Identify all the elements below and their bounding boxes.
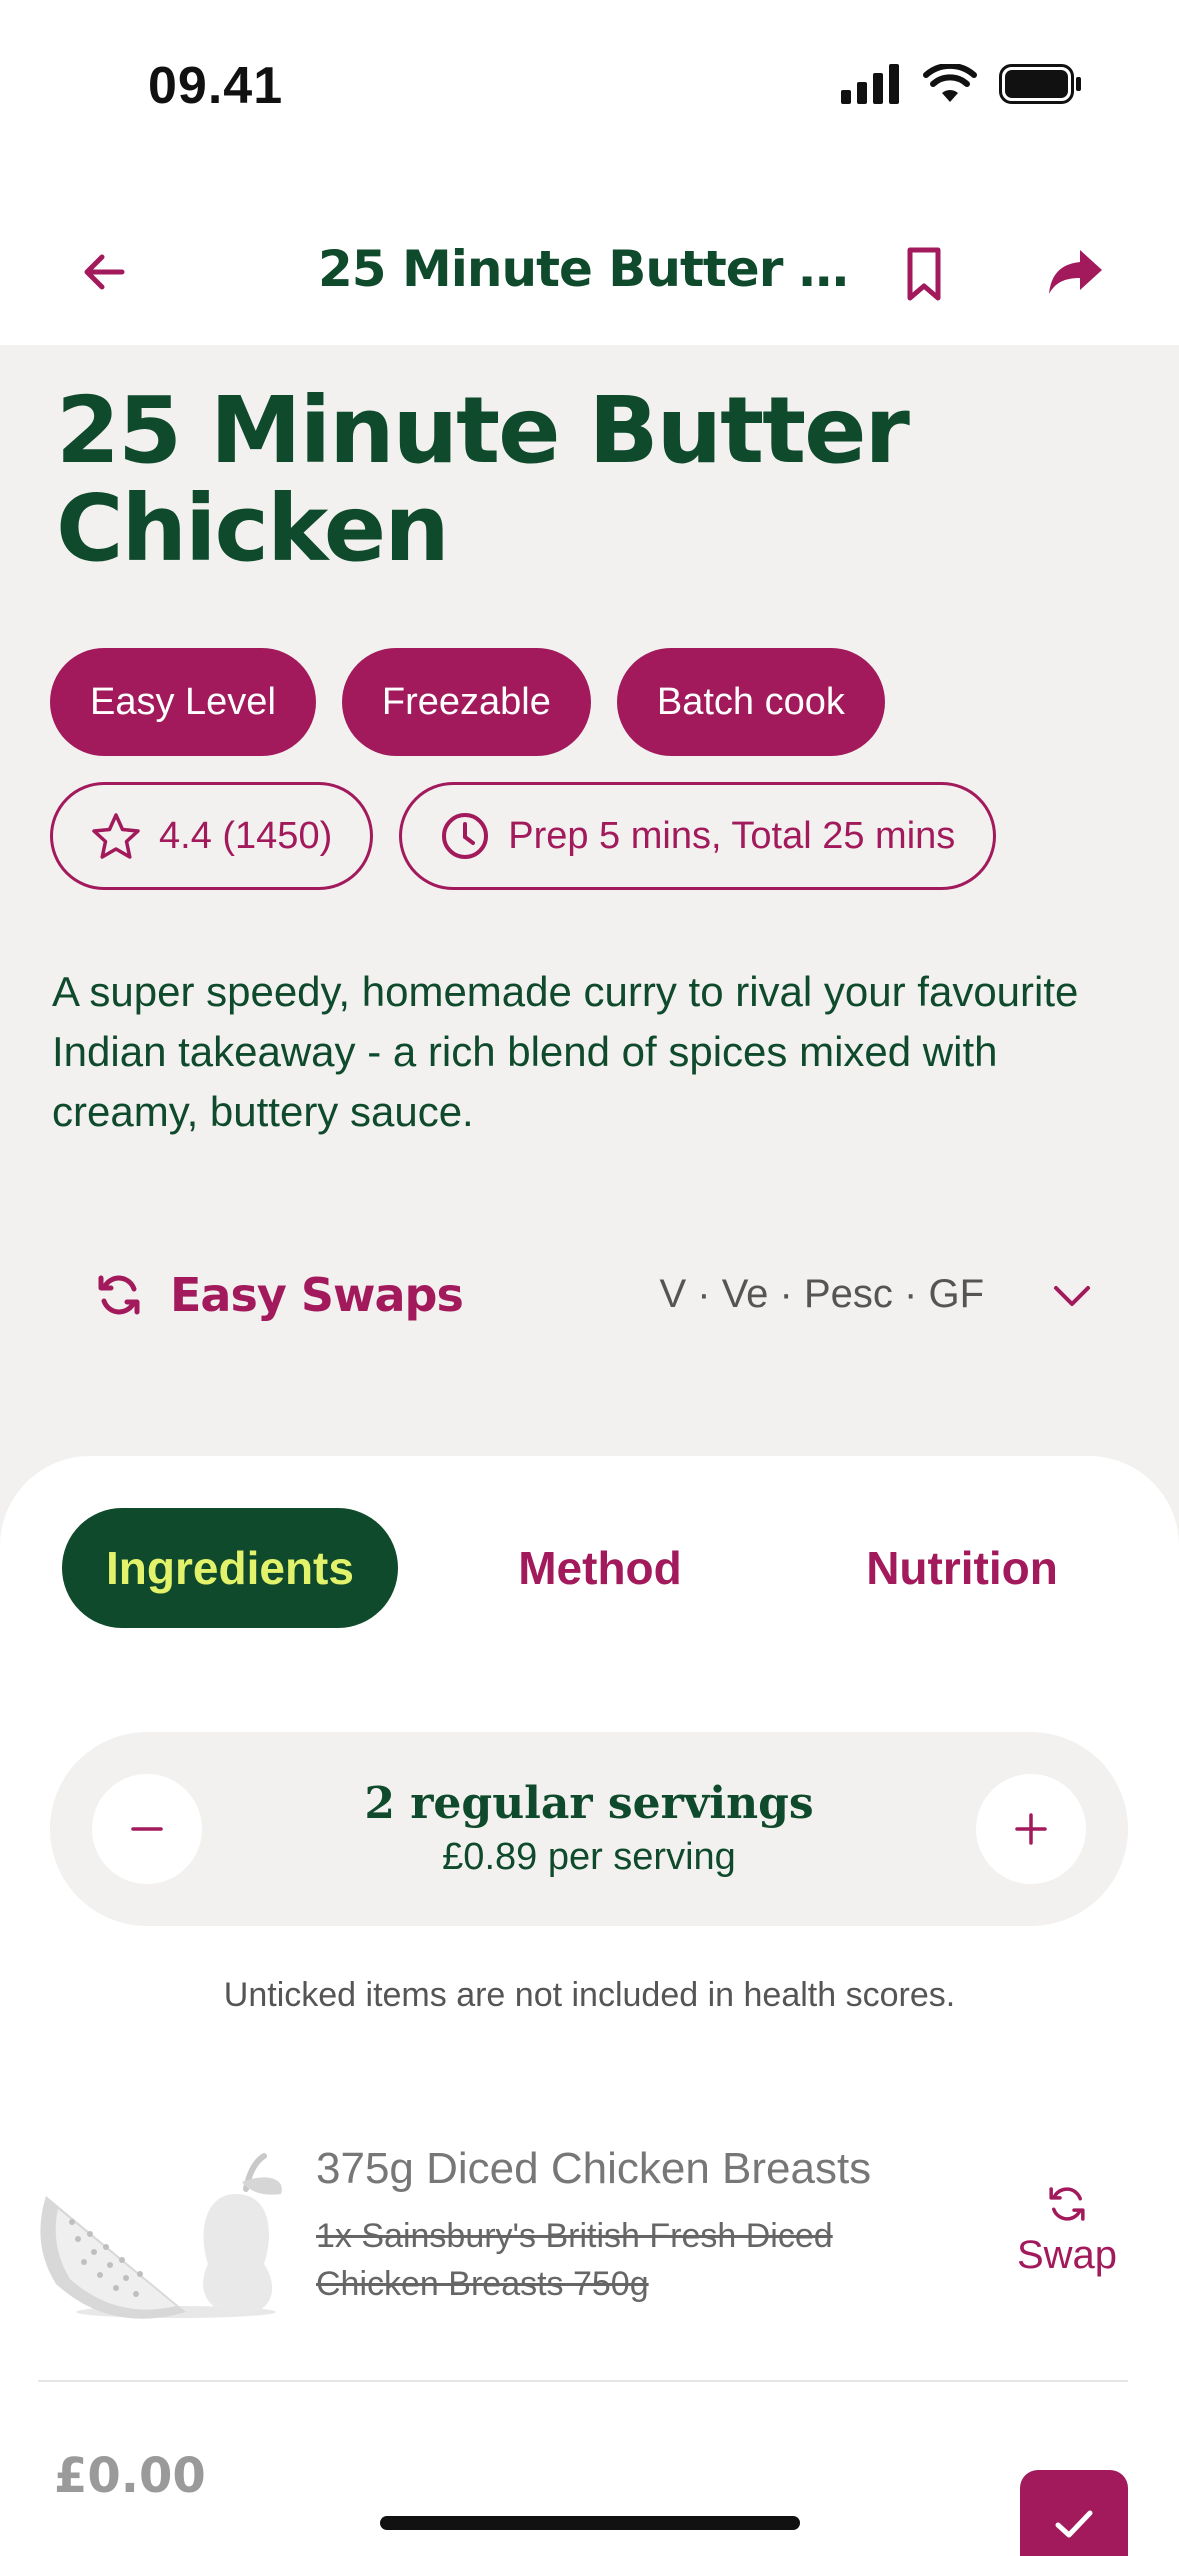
nav-bar: 25 Minute Butter Ch... xyxy=(0,200,1179,345)
swap-label: Swap xyxy=(1016,2233,1118,2277)
placeholder-fruit-icon xyxy=(40,2153,282,2319)
back-arrow-icon[interactable] xyxy=(76,244,132,300)
tag-easy-level: Easy Level xyxy=(50,648,316,756)
recipe-tabs: Ingredients Method Nutrition xyxy=(62,1508,1122,1628)
star-icon xyxy=(92,813,140,859)
confirm-checkbox-button[interactable] xyxy=(1020,2470,1128,2556)
status-time: 09.41 xyxy=(148,57,284,115)
ingredient-item[interactable]: 375g Diced Chicken Breasts 1x Sainsbury'… xyxy=(36,2120,1128,2320)
signal-icon xyxy=(841,64,899,104)
status-icons xyxy=(841,64,1083,104)
check-icon xyxy=(1055,2510,1093,2538)
easy-swaps-label: Easy Swaps xyxy=(170,1268,464,1322)
recipe-description: A super speedy, homemade curry to rival … xyxy=(52,968,1079,1135)
tag-batch-cook: Batch cook xyxy=(616,648,885,756)
chevron-down-icon[interactable] xyxy=(1050,1276,1094,1316)
servings-selector: 2 regular servings £0.89 per serving xyxy=(50,1732,1128,1926)
easy-swaps-row[interactable]: Easy Swaps V · Ve · Pesc · GF xyxy=(94,1262,1094,1332)
rating-pill[interactable]: 4.4 (1450) xyxy=(50,782,374,890)
recipe-title: 25 Minute Butter Chicken xyxy=(56,377,910,582)
rating-text: 4.4 (1450) xyxy=(159,814,333,857)
recipe-tags: Easy Level Freezable Batch cook xyxy=(50,648,885,756)
dietary-options: V · Ve · Pesc · GF xyxy=(659,1272,984,1316)
swap-button[interactable]: Swap xyxy=(1012,2182,1122,2278)
time-text: Prep 5 mins, Total 25 mins xyxy=(508,814,956,857)
plus-icon xyxy=(1015,1813,1047,1845)
bookmark-icon[interactable] xyxy=(896,244,952,304)
tag-freezable: Freezable xyxy=(341,648,591,756)
ingredient-name: 375g Diced Chicken Breasts xyxy=(316,2144,872,2193)
time-pill: Prep 5 mins, Total 25 mins xyxy=(399,782,997,890)
tab-ingredients[interactable]: Ingredients xyxy=(62,1508,398,1628)
clock-icon xyxy=(442,813,489,859)
tab-method[interactable]: Method xyxy=(448,1508,752,1628)
servings-price: £0.89 per serving xyxy=(442,1836,736,1878)
home-indicator[interactable] xyxy=(380,2516,800,2530)
divider xyxy=(38,2380,1128,2382)
wifi-icon xyxy=(923,64,977,102)
status-bar: 09.41 xyxy=(0,0,1179,200)
recipe-meta: 4.4 (1450) Prep 5 mins, Total 25 mins xyxy=(50,782,997,890)
nav-title: 25 Minute Butter Ch... xyxy=(318,240,868,298)
swap-refresh-icon xyxy=(98,1275,140,1315)
swap-refresh-icon xyxy=(1049,2187,1085,2221)
ingredient-product: 1x Sainsbury's British Fresh Diced Chick… xyxy=(316,2217,833,2303)
battery-icon xyxy=(999,64,1081,104)
servings-title: 2 regular servings xyxy=(364,1778,814,1829)
increase-servings-button[interactable] xyxy=(976,1774,1086,1884)
share-icon[interactable] xyxy=(1046,244,1106,300)
basket-total: £0.00 xyxy=(54,2448,206,2504)
health-score-note: Unticked items are not included in healt… xyxy=(223,1976,956,2014)
tab-nutrition[interactable]: Nutrition xyxy=(802,1508,1122,1628)
